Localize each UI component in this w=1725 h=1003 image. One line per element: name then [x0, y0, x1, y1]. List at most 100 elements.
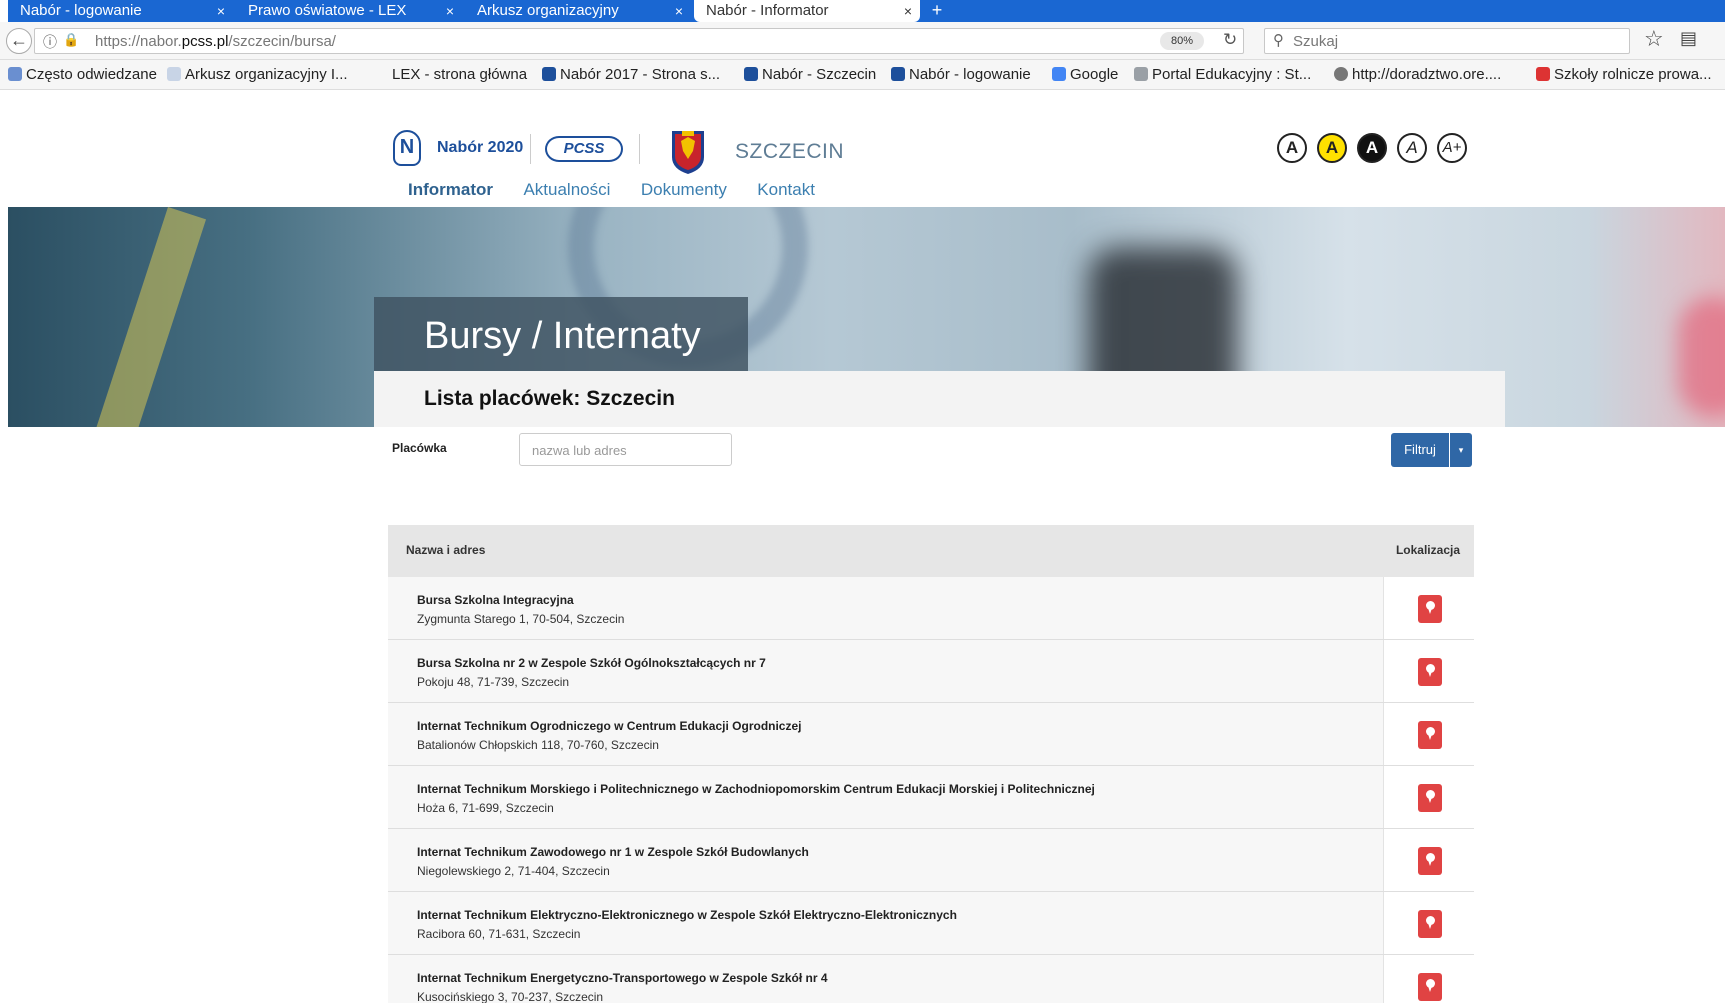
font-larger-button[interactable]: A+	[1437, 133, 1467, 163]
institution-name[interactable]: Bursa Szkolna nr 2 w Zespole Szkół Ogóln…	[417, 656, 766, 670]
table-row[interactable]: Internat Technikum Morskiego i Politechn…	[388, 766, 1474, 829]
page-title: Bursy / Internaty	[424, 315, 701, 357]
search-icon: ⚲	[1273, 32, 1284, 49]
location-cell	[1383, 577, 1474, 639]
library-icon[interactable]: ▤	[1680, 28, 1697, 49]
bookmark-label: Nabór - Szczecin	[762, 66, 877, 83]
hero-decoration	[1678, 297, 1725, 417]
close-icon[interactable]: ×	[217, 0, 225, 22]
table-row[interactable]: Internat Technikum Elektryczno-Elektroni…	[388, 892, 1474, 955]
filter-input[interactable]: nazwa lub adres	[519, 433, 732, 466]
contrast-dark-button[interactable]: A	[1357, 133, 1387, 163]
browser-tab[interactable]: Nabór - logowanie ×	[8, 0, 233, 22]
location-cell	[1383, 955, 1474, 1003]
map-pin-icon[interactable]	[1418, 973, 1442, 1001]
reload-icon[interactable]: ↻	[1223, 30, 1237, 50]
bookmark-item[interactable]: Arkusz organizacyjny I...	[167, 66, 348, 83]
list-title-box: Lista placówek: Szczecin	[374, 371, 1505, 427]
map-pin-icon[interactable]	[1418, 847, 1442, 875]
tab-title: Prawo oświatowe - LEX	[248, 2, 407, 19]
new-tab-button[interactable]: +	[922, 0, 952, 22]
bookmark-label: http://doradztwo.ore....	[1352, 66, 1502, 83]
table-row[interactable]: Internat Technikum Ogrodniczego w Centru…	[388, 703, 1474, 766]
bookmark-icon	[744, 67, 758, 81]
nav-item-aktualnosci[interactable]: Aktualności	[510, 176, 623, 210]
bookmark-item[interactable]: Nabór - Szczecin	[744, 66, 876, 83]
bookmark-icon	[1134, 67, 1148, 81]
bookmark-icon	[891, 67, 905, 81]
location-cell	[1383, 703, 1474, 765]
bookmark-item[interactable]: Szkoły rolnicze prowa...	[1536, 66, 1712, 83]
location-cell	[1383, 766, 1474, 828]
table-row[interactable]: Internat Technikum Zawodowego nr 1 w Zes…	[388, 829, 1474, 892]
table-header: Nazwa i adres Lokalizacja	[388, 525, 1474, 577]
bookmark-item[interactable]: Google	[1052, 66, 1118, 83]
url-text[interactable]: https://nabor.pcss.pl/szczecin/bursa/	[95, 33, 336, 50]
bookmark-item[interactable]: LEX - strona główna	[392, 66, 527, 83]
close-icon[interactable]: ×	[675, 0, 683, 22]
tab-title: Nabór - Informator	[706, 2, 829, 19]
institution-name[interactable]: Internat Technikum Ogrodniczego w Centru…	[417, 719, 802, 733]
bookmark-item[interactable]: Nabór - logowanie	[891, 66, 1031, 83]
table-row[interactable]: Bursa Szkolna Integracyjna Zygmunta Stare…	[388, 577, 1474, 640]
browser-navbar: ← ⓘ 🔒 https://nabor.pcss.pl/szczecin/bur…	[0, 22, 1725, 60]
filter-button[interactable]: Filtruj	[1391, 433, 1449, 467]
globe-icon	[1334, 67, 1348, 81]
map-pin-icon[interactable]	[1418, 910, 1442, 938]
divider	[530, 134, 531, 164]
pin-tail	[1428, 734, 1432, 740]
table-row[interactable]: Bursa Szkolna nr 2 w Zespole Szkół Ogóln…	[388, 640, 1474, 703]
table-body: Bursa Szkolna Integracyjna Zygmunta Stare…	[388, 577, 1474, 1003]
map-pin-icon[interactable]	[1418, 658, 1442, 686]
filter-label: Placówka	[392, 441, 447, 455]
institution-address: Racibora 60, 71-631, Szczecin	[417, 927, 581, 941]
institution-address: Kusocińskiego 3, 70-237, Szczecin	[417, 990, 604, 1003]
pin-tail	[1428, 860, 1432, 866]
bookmark-star-icon[interactable]: ☆	[1644, 26, 1664, 52]
location-cell	[1383, 829, 1474, 891]
nav-item-kontakt[interactable]: Kontakt	[744, 176, 828, 210]
filter-dropdown-button[interactable]: ▾	[1450, 433, 1472, 467]
browser-tab[interactable]: Arkusz organizacyjny ×	[465, 0, 691, 22]
bookmark-item[interactable]: Często odwiedzane	[8, 66, 157, 83]
back-button[interactable]: ←	[6, 28, 32, 54]
browser-tab-active[interactable]: Nabór - Informator ×	[694, 0, 920, 22]
bookmark-label: Google	[1070, 66, 1119, 83]
institution-name[interactable]: Bursa Szkolna Integracyjna	[417, 593, 574, 607]
institution-name[interactable]: Internat Technikum Morskiego i Politechn…	[417, 782, 1095, 796]
bookmark-label: LEX - strona główna	[392, 66, 528, 83]
browser-search-input[interactable]: ⚲ Szukaj	[1264, 28, 1630, 54]
contrast-default-button[interactable]: A	[1277, 133, 1307, 163]
pcss-logo[interactable]: PCSS	[545, 136, 623, 162]
pin-tail	[1428, 923, 1432, 929]
info-icon[interactable]: ⓘ	[43, 32, 57, 52]
bookmark-label: Często odwiedzane	[26, 66, 157, 83]
search-placeholder: Szukaj	[1293, 33, 1339, 50]
map-pin-icon[interactable]	[1418, 784, 1442, 812]
map-pin-icon[interactable]	[1418, 721, 1442, 749]
institution-name[interactable]: Internat Technikum Energetyczno-Transpor…	[417, 971, 828, 985]
institution-name[interactable]: Internat Technikum Elektryczno-Elektroni…	[417, 908, 957, 922]
table-row[interactable]: Internat Technikum Energetyczno-Transpor…	[388, 955, 1474, 1003]
institutions-table: Nazwa i adres Lokalizacja Bursa Szkolna …	[388, 525, 1474, 1003]
pin-tail	[1428, 797, 1432, 803]
url-prefix: https://nabor.	[95, 33, 182, 50]
google-icon	[1052, 67, 1066, 81]
contrast-yellow-button[interactable]: A	[1317, 133, 1347, 163]
font-normal-button[interactable]: A	[1397, 133, 1427, 163]
bookmark-item[interactable]: Nabór 2017 - Strona s...	[542, 66, 720, 83]
map-pin-icon[interactable]	[1418, 595, 1442, 623]
close-icon[interactable]: ×	[904, 0, 912, 22]
nav-item-dokumenty[interactable]: Dokumenty	[628, 176, 740, 210]
bookmark-item[interactable]: http://doradztwo.ore....	[1334, 66, 1501, 83]
close-icon[interactable]: ×	[446, 0, 454, 22]
zoom-level[interactable]: 80%	[1160, 32, 1204, 50]
url-bar[interactable]: ⓘ 🔒 https://nabor.pcss.pl/szczecin/bursa…	[34, 28, 1244, 54]
bookmark-icon	[1536, 67, 1550, 81]
bookmark-item[interactable]: Portal Edukacyjny : St...	[1134, 66, 1311, 83]
bookmark-label: Portal Edukacyjny : St...	[1152, 66, 1312, 83]
nabor-logo[interactable]: N	[393, 130, 421, 166]
browser-tab[interactable]: Prawo oświatowe - LEX ×	[236, 0, 462, 22]
institution-name[interactable]: Internat Technikum Zawodowego nr 1 w Zes…	[417, 845, 809, 859]
brand-title[interactable]: Nabór 2020	[437, 139, 523, 157]
